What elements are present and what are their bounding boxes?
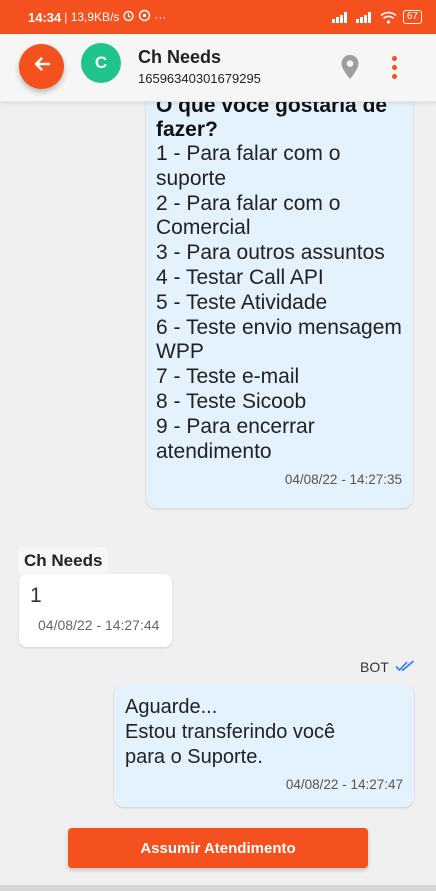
arrow-left-icon <box>32 54 52 79</box>
status-bar: 14:34 | 13,9KB/s ··· 67 <box>0 0 436 34</box>
location-button[interactable] <box>339 54 361 80</box>
menu-item: 1 - Para falar com o suporte <box>156 142 341 190</box>
avatar[interactable]: C <box>81 43 121 83</box>
bot-sender-label: BOT <box>360 659 415 675</box>
menu-title: O que você gostaria de fazer? <box>156 102 388 141</box>
bot-reply-line: Estou transferindo você <box>125 721 336 743</box>
status-time: 14:34 <box>28 9 62 25</box>
status-icons: 67 <box>331 10 422 24</box>
bot-reply-line: para o Suporte. <box>125 746 263 768</box>
status-more-dots: ··· <box>154 10 167 24</box>
more-vertical-icon-dot <box>391 65 397 70</box>
message-timestamp: 04/08/22 - 14:27:47 <box>285 777 403 792</box>
contact-name[interactable]: Ch Needs <box>138 47 221 68</box>
signal-icon-2 <box>355 11 374 23</box>
user-message-text: 1 <box>30 584 42 607</box>
bot-reply-message: Aguarde... Estou transferindo você para … <box>114 684 414 807</box>
signal-icon <box>331 11 350 23</box>
menu-item: 3 - Para outros assuntos <box>156 241 385 265</box>
menu-item: 9 - Para encerrar atendimento <box>156 414 315 463</box>
whatsapp-icon <box>138 9 151 25</box>
wifi-icon <box>380 11 397 24</box>
menu-item: 4 - Testar Call API <box>156 265 324 289</box>
menu-item: 8 - Teste Sicoob <box>156 389 307 413</box>
double-check-icon <box>395 659 415 675</box>
menu-item: 2 - Para falar com o Comercial <box>156 191 341 240</box>
navigation-bar-edge <box>0 885 436 891</box>
contact-number: 16596340301679295 <box>138 71 261 86</box>
menu-item: 7 - Teste e-mail <box>156 365 300 389</box>
alarm-icon <box>122 9 135 25</box>
more-vertical-icon-dot <box>391 74 397 79</box>
assume-attendance-button[interactable]: Assumir Atendimento <box>68 828 368 868</box>
more-vertical-icon-dot <box>391 56 397 61</box>
status-speed: | 13,9KB/s <box>64 10 120 24</box>
more-options-button[interactable] <box>386 56 402 82</box>
sender-name: Ch Needs <box>18 547 109 575</box>
message-timestamp: 04/08/22 - 14:27:44 <box>38 617 160 633</box>
bot-reply-line: Aguarde... <box>125 696 218 718</box>
menu-item: 5 - Teste Atividade <box>156 290 328 314</box>
bot-label-text: BOT <box>360 659 389 675</box>
bot-menu-message: O que você gostaria de fazer? 1 - Para f… <box>146 102 413 508</box>
menu-item: 6 - Teste envio mensagem WPP <box>156 315 402 364</box>
chat-messages[interactable]: O que você gostaria de fazer? 1 - Para f… <box>0 102 436 891</box>
status-left: 14:34 | 13,9KB/s ··· <box>28 9 166 25</box>
message-timestamp: 04/08/22 - 14:27:35 <box>284 472 402 487</box>
back-button[interactable] <box>19 44 64 89</box>
map-pin-icon <box>339 55 361 84</box>
chat-header: C Ch Needs 16596340301679295 <box>0 34 436 102</box>
battery-icon: 67 <box>402 10 422 24</box>
user-message: 1 04/08/22 - 14:27:44 <box>19 574 172 647</box>
